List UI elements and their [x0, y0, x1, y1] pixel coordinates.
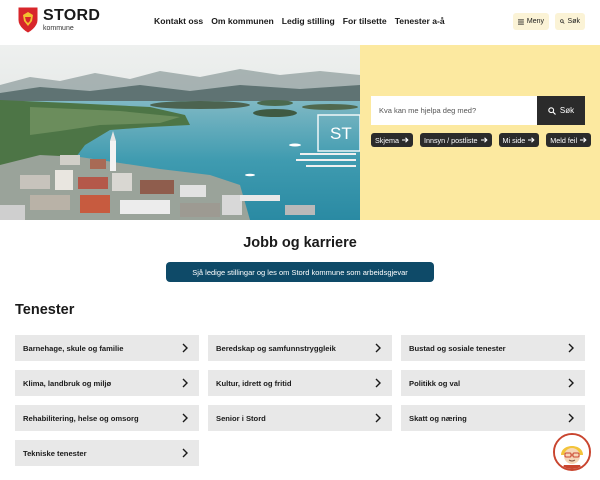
main-nav: Kontakt oss Om kommunen Ledig stilling F… — [154, 16, 445, 26]
search-label: Søk — [567, 18, 580, 25]
search-input[interactable] — [371, 96, 537, 125]
arrow-right-icon — [528, 137, 535, 143]
chevron-right-icon — [375, 413, 381, 423]
menu-button[interactable]: Meny — [513, 13, 549, 30]
service-kultur[interactable]: Kultur, idrett og fritid — [208, 370, 392, 396]
quick-links: Skjema Innsyn / postliste Mi side Meld f… — [371, 133, 593, 147]
chevron-right-icon — [375, 343, 381, 353]
hero: ST Søk Skjema Innsyn / postliste — [0, 45, 600, 220]
tenester-heading: Tenester — [15, 302, 75, 318]
service-tekniske[interactable]: Tekniske tenester — [15, 440, 199, 466]
quick-link-innsyn[interactable]: Innsyn / postliste — [419, 133, 492, 147]
logo[interactable]: STORD kommune — [18, 7, 100, 33]
site-header: STORD kommune Kontakt oss Om kommunen Le… — [0, 0, 600, 45]
chevron-right-icon — [182, 413, 188, 423]
chevron-right-icon — [568, 413, 574, 423]
brand-name: STORD — [43, 7, 101, 24]
service-rehabilitering[interactable]: Rehabilitering, helse og omsorg — [15, 405, 199, 431]
chevron-right-icon — [182, 378, 188, 388]
service-beredskap[interactable]: Beredskap og samfunnstryggleik — [208, 335, 392, 361]
nav-ledig-stilling[interactable]: Ledig stilling — [282, 16, 335, 26]
hamburger-icon — [518, 18, 524, 25]
hero-search-panel: Søk Skjema Innsyn / postliste Mi side Me… — [360, 45, 600, 220]
service-politikk[interactable]: Politikk og val — [401, 370, 585, 396]
tenester-grid: Barnehage, skule og familie Beredskap og… — [15, 335, 585, 466]
chevron-right-icon — [182, 448, 188, 458]
search-icon — [560, 19, 565, 24]
service-senior[interactable]: Senior i Stord — [208, 405, 392, 431]
photo-sign-text: ST — [330, 124, 352, 143]
nav-kontakt[interactable]: Kontakt oss — [154, 16, 203, 26]
service-bustad[interactable]: Bustad og sosiale tenester — [401, 335, 585, 361]
quick-link-skjema[interactable]: Skjema — [371, 133, 413, 147]
search-submit-label: Søk — [559, 106, 575, 115]
jobb-heading: Jobb og karriere — [243, 235, 357, 251]
service-skatt[interactable]: Skatt og næring — [401, 405, 585, 431]
hero-image: ST — [0, 45, 360, 220]
brand-sub: kommune — [43, 25, 74, 32]
chevron-right-icon — [375, 378, 381, 388]
chevron-right-icon — [568, 378, 574, 388]
nav-for-tilsette[interactable]: For tilsette — [343, 16, 387, 26]
search-submit-button[interactable]: Søk — [537, 96, 585, 125]
arrow-right-icon — [480, 137, 488, 143]
nav-om-kommunen[interactable]: Om kommunen — [211, 16, 274, 26]
header-search-button[interactable]: Søk — [555, 13, 585, 30]
nav-tenester-a-a[interactable]: Tenester a-å — [395, 16, 445, 26]
chatbot-avatar-icon — [555, 435, 589, 469]
chevron-right-icon — [568, 343, 574, 353]
service-barnehage[interactable]: Barnehage, skule og familie — [15, 335, 199, 361]
menu-label: Meny — [526, 18, 544, 25]
service-klima[interactable]: Klima, landbruk og miljø — [15, 370, 199, 396]
quick-link-mi-side[interactable]: Mi side — [498, 133, 540, 147]
jobb-cta-button[interactable]: Sjå ledige stillingar og les om Stord ko… — [166, 262, 434, 282]
arrow-right-icon — [580, 137, 587, 143]
coat-of-arms-icon — [18, 7, 38, 33]
chat-assistant-button[interactable] — [553, 433, 591, 471]
quick-link-meld-feil[interactable]: Meld feil — [546, 133, 592, 147]
harbour-photo: ST — [0, 45, 360, 220]
chevron-right-icon — [182, 343, 188, 353]
search-icon — [548, 106, 556, 115]
search-form: Søk — [371, 96, 585, 125]
arrow-right-icon — [401, 137, 409, 143]
